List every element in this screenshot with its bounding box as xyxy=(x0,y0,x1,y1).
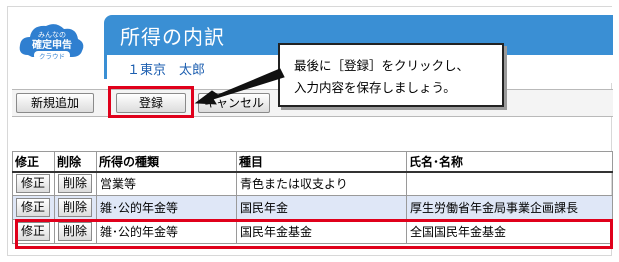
logo-line1: みんなの xyxy=(38,31,66,39)
callout-box: 最後に［登録］をクリックし、 入力内容を保存しましょう。 xyxy=(278,43,504,107)
delete-button[interactable]: 削除 xyxy=(58,198,93,217)
cancel-button[interactable]: キャンセル xyxy=(198,93,270,113)
table-row: 修正 削除 営業等 青色または収支より xyxy=(12,171,613,196)
col-type-header: 所得の種類 xyxy=(96,151,237,173)
save-highlight-box xyxy=(108,86,194,118)
table-header-row: 修正 削除 所得の種類 種目 氏名･名称 xyxy=(12,151,613,173)
cell-item: 国民年金 xyxy=(236,195,407,220)
edit-cell: 修正 xyxy=(12,171,55,196)
page-title: 所得の内訳 xyxy=(120,25,225,49)
new-button[interactable]: 新規追加 xyxy=(16,93,94,113)
app-logo: みんなの 確定申告 クラウド xyxy=(19,24,84,61)
app-frame: みんなの 確定申告 クラウド 所得の内訳 １東京 太郎 新規追加 登録 キャンセ… xyxy=(7,6,613,256)
col-edit-header: 修正 xyxy=(12,151,55,173)
cell-type: 営業等 xyxy=(96,171,237,196)
cell-type: 雑･公的年金等 xyxy=(96,195,237,220)
col-name-header: 氏名･名称 xyxy=(406,151,613,173)
edit-button[interactable]: 修正 xyxy=(16,198,51,217)
cell-name: 厚生労働省年金局事業企画課長 xyxy=(406,195,613,220)
edit-cell: 修正 xyxy=(12,195,55,220)
callout-line-2: 入力内容を保存しましょう。 xyxy=(294,80,456,95)
delete-cell: 削除 xyxy=(54,171,97,196)
logo-line2: 確定申告 xyxy=(32,38,72,51)
edit-button[interactable]: 修正 xyxy=(16,174,51,194)
delete-button[interactable]: 削除 xyxy=(58,174,93,194)
table-row: 修正 削除 雑･公的年金等 国民年金 厚生労働省年金局事業企画課長 xyxy=(12,195,613,220)
col-item-header: 種目 xyxy=(236,151,407,173)
row-highlight-box xyxy=(15,219,613,249)
cell-name xyxy=(406,171,613,196)
delete-cell: 削除 xyxy=(54,195,97,220)
logo-line3: クラウド xyxy=(39,53,65,61)
callout-line-1: 最後に［登録］をクリックし、 xyxy=(294,58,470,73)
cell-item: 青色または収支より xyxy=(236,171,407,196)
col-delete-header: 削除 xyxy=(54,151,97,173)
user-name: １東京 太郎 xyxy=(127,63,206,78)
